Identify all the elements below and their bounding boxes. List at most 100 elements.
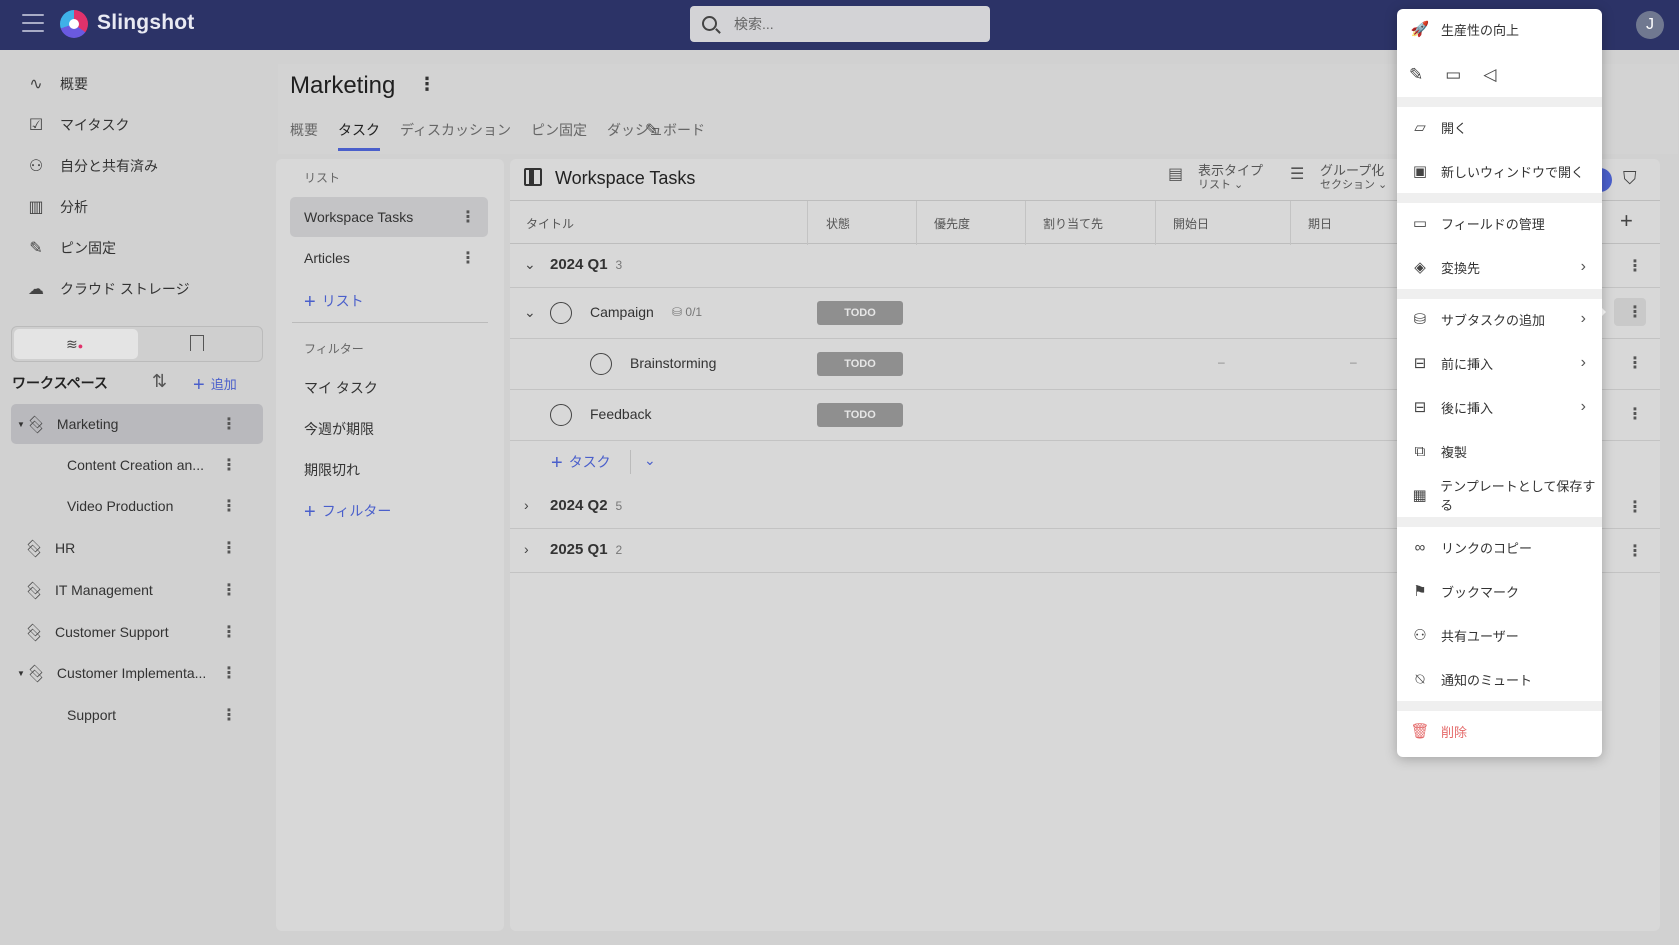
chevron-right-icon[interactable]: › — [524, 497, 529, 513]
workspace-item-content-creation[interactable]: Content Creation an... ⋮ — [11, 445, 263, 485]
add-column-button[interactable]: + — [1620, 208, 1633, 234]
menu-item-insert-after[interactable]: ⊟ 後に挿入 › — [1397, 387, 1602, 427]
activity-icon: ∿ — [29, 76, 43, 93]
search-input[interactable] — [734, 14, 974, 34]
more-options-icon[interactable]: ⋮ — [1627, 497, 1643, 517]
filter-my-tasks[interactable]: マイ タスク — [304, 378, 378, 398]
menu-item-productivity[interactable]: 🚀 生産性の向上 — [1397, 9, 1602, 49]
tab-workspaces[interactable]: ≋● — [14, 329, 138, 359]
menu-item-open[interactable]: ▱ 開く — [1397, 107, 1602, 147]
menu-item-bookmark[interactable]: ⚑ ブックマーク — [1397, 571, 1602, 611]
workspace-item-customer-support[interactable]: Customer Support ⋮ — [11, 612, 263, 652]
nav-item-overview[interactable]: ∿ 概要 — [14, 64, 264, 104]
nav-item-my-tasks[interactable]: ☑ マイタスク — [14, 105, 264, 145]
list-item-articles[interactable]: Articles ⋮ — [290, 238, 488, 278]
menu-item-mute-notifications[interactable]: ⍉ 通知のミュート — [1397, 659, 1602, 699]
add-list-button[interactable]: + リスト — [304, 289, 364, 313]
sort-icon[interactable]: ⇅ — [152, 371, 167, 392]
more-options-icon[interactable]: ⋮ — [221, 538, 237, 558]
tab-tasks[interactable]: タスク — [338, 120, 380, 151]
status-badge[interactable]: TODO — [817, 301, 903, 325]
workspace-item-hr[interactable]: HR ⋮ — [11, 528, 263, 568]
nav-item-pinned[interactable]: ✎ ピン固定 — [14, 228, 264, 268]
add-workspace-button[interactable]: + 追加 — [193, 372, 237, 396]
add-filter-button[interactable]: + フィルター — [304, 499, 391, 523]
tab-discussion[interactable]: ディスカッション — [400, 120, 511, 151]
chevron-down-icon[interactable]: ⌄ — [644, 452, 656, 469]
more-options-icon[interactable]: ⋮ — [1627, 256, 1643, 276]
chevron-down-icon[interactable]: ⌄ — [524, 256, 536, 273]
nav-item-analytics[interactable]: ▥ 分析 — [14, 187, 264, 227]
more-options-icon[interactable]: ⋮ — [221, 414, 237, 434]
filter-icon[interactable]: ⛉ — [1623, 168, 1637, 189]
more-options-icon[interactable]: ⋮ — [221, 580, 237, 600]
task-name[interactable]: Campaign — [590, 304, 654, 320]
more-options-icon[interactable]: ⋮ — [1627, 353, 1643, 373]
workspace-item-customer-implementation[interactable]: ▼ Customer Implementa... ⋮ — [11, 653, 263, 693]
menu-item-insert-before[interactable]: ⊟ 前に挿入 › — [1397, 343, 1602, 383]
tab-overview[interactable]: 概要 — [290, 120, 318, 151]
menu-item-manage-fields[interactable]: ▭ フィールドの管理 — [1397, 203, 1602, 243]
filter-due-this-week[interactable]: 今週が期限 — [304, 419, 374, 439]
hamburger-menu-icon[interactable] — [22, 14, 44, 34]
column-due-date[interactable]: 期日 — [1308, 215, 1332, 232]
more-options-icon[interactable]: ⋮ — [221, 455, 237, 475]
comment-icon[interactable]: ▭ — [1445, 65, 1461, 85]
megaphone-icon[interactable]: ◁ — [1483, 65, 1496, 85]
more-options-icon[interactable]: ⋮ — [1627, 404, 1643, 424]
more-options-icon[interactable]: ⋮ — [221, 705, 237, 725]
status-badge[interactable]: TODO — [817, 352, 903, 376]
nav-item-shared[interactable]: ⚇ 自分と共有済み — [14, 146, 264, 186]
view-type-control[interactable]: ▤ 表示タイプ リスト ⌄ — [1168, 164, 1263, 192]
collapse-panel-icon[interactable] — [524, 168, 542, 186]
due-date-value[interactable]: – — [1350, 355, 1357, 369]
chevron-down-icon[interactable]: ⌄ — [524, 304, 536, 321]
more-options-icon[interactable]: ⋮ — [418, 74, 436, 95]
column-priority[interactable]: 優先度 — [934, 215, 970, 232]
column-start-date[interactable]: 開始日 — [1173, 215, 1209, 232]
workspace-item-it-management[interactable]: IT Management ⋮ — [11, 570, 263, 610]
pin-icon[interactable]: ✎ — [1409, 65, 1423, 85]
more-options-icon[interactable]: ⋮ — [1627, 302, 1643, 322]
menu-item-convert-to[interactable]: ◈ 変換先 › — [1397, 247, 1602, 287]
workspace-item-marketing[interactable]: ▼ Marketing ⋮ — [11, 404, 263, 444]
menu-item-open-new-window[interactable]: ▣ 新しいウィンドウで開く — [1397, 151, 1602, 191]
workspace-item-support[interactable]: Support ⋮ — [11, 695, 263, 735]
menu-item-save-template[interactable]: ▦ テンプレートとして保存する — [1397, 475, 1602, 515]
task-name[interactable]: Feedback — [590, 406, 651, 422]
tab-pinned[interactable]: ピン固定 — [531, 120, 587, 151]
task-checkbox[interactable] — [590, 353, 612, 375]
status-badge[interactable]: TODO — [817, 403, 903, 427]
more-options-icon[interactable]: ⋮ — [460, 207, 476, 227]
menu-item-delete[interactable]: 🗑 削除 — [1397, 711, 1602, 751]
start-date-value[interactable]: – — [1218, 355, 1225, 369]
column-title[interactable]: タイトル — [526, 215, 574, 232]
add-task-button[interactable]: + タスク — [551, 450, 611, 474]
more-options-icon[interactable]: ⋮ — [221, 663, 237, 683]
menu-item-copy-link[interactable]: ∞ リンクのコピー — [1397, 527, 1602, 567]
workspaces-heading: ワークスペース — [12, 375, 108, 391]
menu-item-share-users[interactable]: ⚇ 共有ユーザー — [1397, 615, 1602, 655]
menu-item-duplicate[interactable]: ⧉ 複製 — [1397, 431, 1602, 471]
column-status[interactable]: 状態 — [826, 215, 850, 232]
task-checkbox[interactable] — [550, 404, 572, 426]
more-options-icon[interactable]: ⋮ — [221, 622, 237, 642]
more-options-icon[interactable]: ⋮ — [221, 496, 237, 516]
menu-item-add-subtask[interactable]: ⛁ サブタスクの追加 › — [1397, 299, 1602, 339]
user-avatar[interactable]: J — [1636, 11, 1664, 39]
task-name[interactable]: Brainstorming — [630, 355, 716, 371]
workspace-item-video-production[interactable]: Video Production ⋮ — [11, 486, 263, 526]
nav-item-cloud-storage[interactable]: ☁ クラウド ストレージ — [14, 269, 264, 309]
more-options-icon[interactable]: ⋮ — [1627, 541, 1643, 561]
tab-bookmarks[interactable] — [190, 335, 204, 351]
column-assignee[interactable]: 割り当て先 — [1043, 215, 1103, 232]
list-item-workspace-tasks[interactable]: Workspace Tasks ⋮ — [290, 197, 488, 237]
more-options-icon[interactable]: ⋮ — [460, 248, 476, 268]
chevron-right-icon[interactable]: › — [524, 541, 529, 557]
plus-icon: + — [304, 291, 316, 313]
group-by-control[interactable]: ☰ グループ化 セクション ⌄ — [1290, 164, 1387, 192]
pencil-icon[interactable]: ✎ — [645, 120, 658, 140]
search-box[interactable] — [690, 6, 990, 42]
task-checkbox[interactable] — [550, 302, 572, 324]
filter-overdue[interactable]: 期限切れ — [304, 460, 360, 480]
